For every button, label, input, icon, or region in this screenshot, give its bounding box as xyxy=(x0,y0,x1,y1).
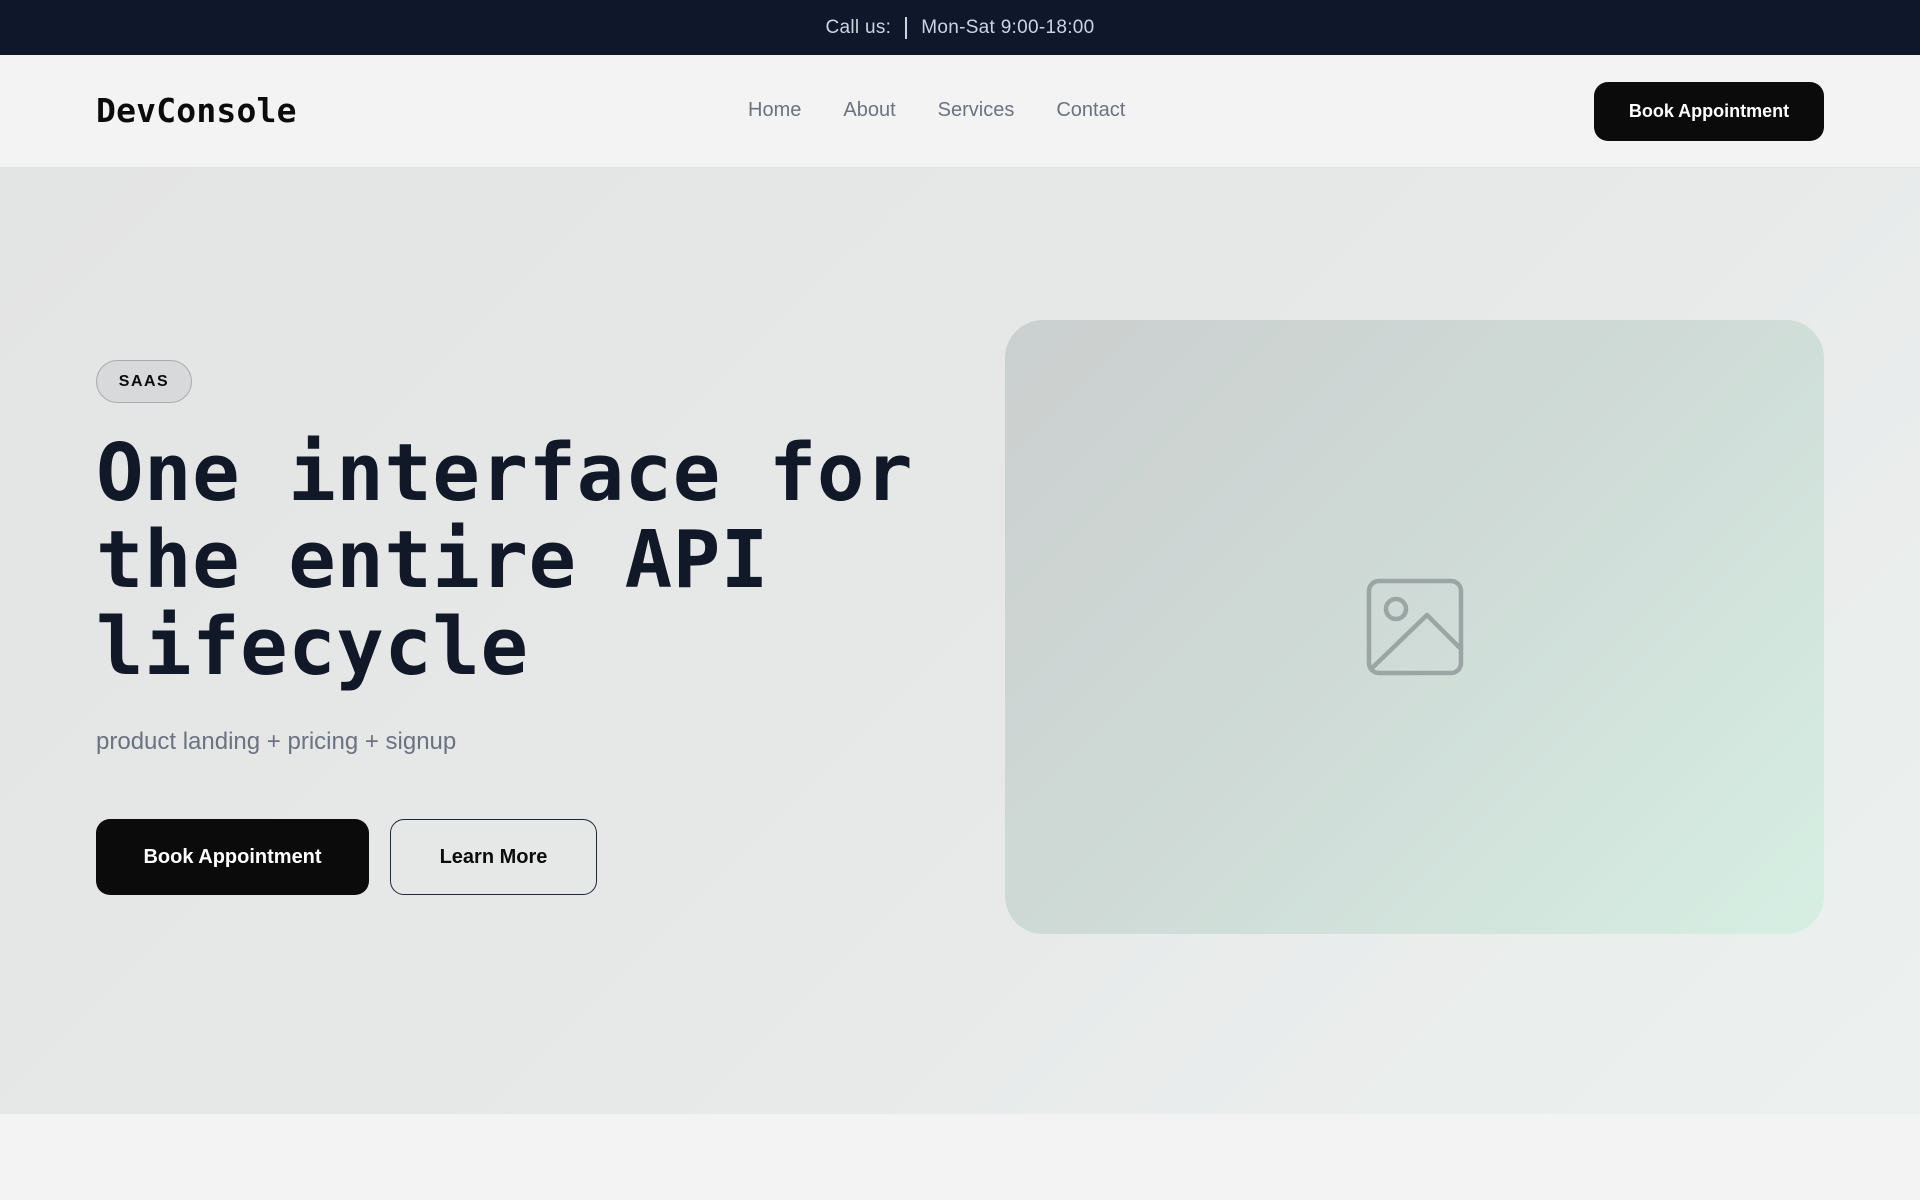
header-book-appointment-button[interactable]: Book Appointment xyxy=(1594,82,1824,141)
hero-image-placeholder xyxy=(1005,320,1824,934)
hero-section: SAAS One interface for the entire API li… xyxy=(0,168,1920,1114)
business-hours: Mon-Sat 9:00-18:00 xyxy=(921,16,1095,38)
topbar-divider xyxy=(905,16,908,39)
category-badge: SAAS xyxy=(96,360,192,403)
main-nav: Home About Services Contact xyxy=(748,99,1125,122)
hero-headline: One interface for the entire API lifecyc… xyxy=(96,427,914,693)
nav-services[interactable]: Services xyxy=(938,99,1015,122)
next-section xyxy=(0,1114,1920,1200)
nav-about[interactable]: About xyxy=(843,99,895,122)
site-header: DevConsole Home About Services Contact B… xyxy=(0,55,1920,168)
learn-more-button[interactable]: Learn More xyxy=(390,819,597,895)
logo[interactable]: DevConsole xyxy=(96,91,297,130)
image-placeholder-icon xyxy=(1366,578,1463,676)
call-us-label: Call us: xyxy=(825,16,892,38)
top-info-bar: Call us: Mon-Sat 9:00-18:00 xyxy=(0,0,1920,55)
nav-home[interactable]: Home xyxy=(748,99,801,122)
hero-subtitle: product landing + pricing + signup xyxy=(96,728,457,755)
book-appointment-button[interactable]: Book Appointment xyxy=(96,819,369,895)
nav-contact[interactable]: Contact xyxy=(1056,99,1125,122)
